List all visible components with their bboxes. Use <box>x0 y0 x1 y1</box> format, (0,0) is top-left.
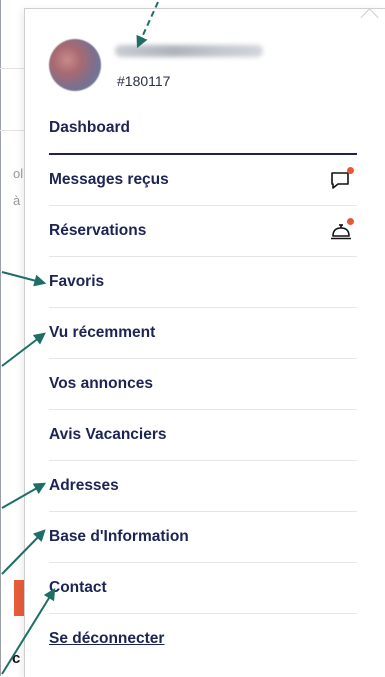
avatar[interactable] <box>49 39 101 91</box>
menu-item-vu-recemment[interactable]: Vu récemment <box>49 308 357 359</box>
notification-dot <box>347 167 354 174</box>
menu-item-label: Contact <box>49 579 107 596</box>
account-dropdown-menu: #180117 Dashboard Messages reçus Réserva… <box>24 8 385 677</box>
background-text: ol <box>13 166 24 181</box>
menu-item-label: Réservations <box>49 222 147 239</box>
menu-item-reservations[interactable]: Réservations <box>49 206 357 257</box>
dropdown-caret <box>360 8 379 27</box>
menu-item-label: Messages reçus <box>49 171 169 188</box>
menu-item-label: Favoris <box>49 273 105 290</box>
background-text: c <box>12 650 21 667</box>
background-text: à <box>13 193 21 208</box>
menu-item-favoris[interactable]: Favoris <box>49 257 357 308</box>
menu-item-logout[interactable]: Se déconnecter <box>49 614 357 664</box>
menu-item-label: Dashboard <box>49 119 130 136</box>
menu-items: Dashboard Messages reçus Réservations Fa… <box>49 103 357 664</box>
user-profile[interactable]: #180117 <box>49 39 357 101</box>
menu-item-base-information[interactable]: Base d'Information <box>49 512 357 563</box>
service-bell-icon[interactable] <box>329 218 354 244</box>
menu-item-label: Base d'Information <box>49 528 189 545</box>
menu-item-vos-annonces[interactable]: Vos annonces <box>49 359 357 410</box>
notification-dot <box>347 218 354 225</box>
menu-item-label: Avis Vacanciers <box>49 426 167 443</box>
menu-item-adresses[interactable]: Adresses <box>49 461 357 512</box>
background-frame-edge <box>0 0 1 676</box>
background-divider <box>0 68 25 69</box>
background-divider <box>0 130 25 131</box>
menu-item-label: Vos annonces <box>49 375 153 392</box>
user-id: #180117 <box>117 73 171 89</box>
chat-bubble-icon[interactable] <box>329 167 354 193</box>
menu-item-dashboard[interactable]: Dashboard <box>49 103 357 155</box>
user-name-redacted <box>115 45 263 57</box>
menu-item-messages[interactable]: Messages reçus <box>49 155 357 206</box>
menu-item-label: Adresses <box>49 477 119 494</box>
menu-item-label: Vu récemment <box>49 324 156 341</box>
menu-item-contact[interactable]: Contact <box>49 563 357 614</box>
logout-link[interactable]: Se déconnecter <box>49 630 164 648</box>
menu-item-avis-vacanciers[interactable]: Avis Vacanciers <box>49 410 357 461</box>
